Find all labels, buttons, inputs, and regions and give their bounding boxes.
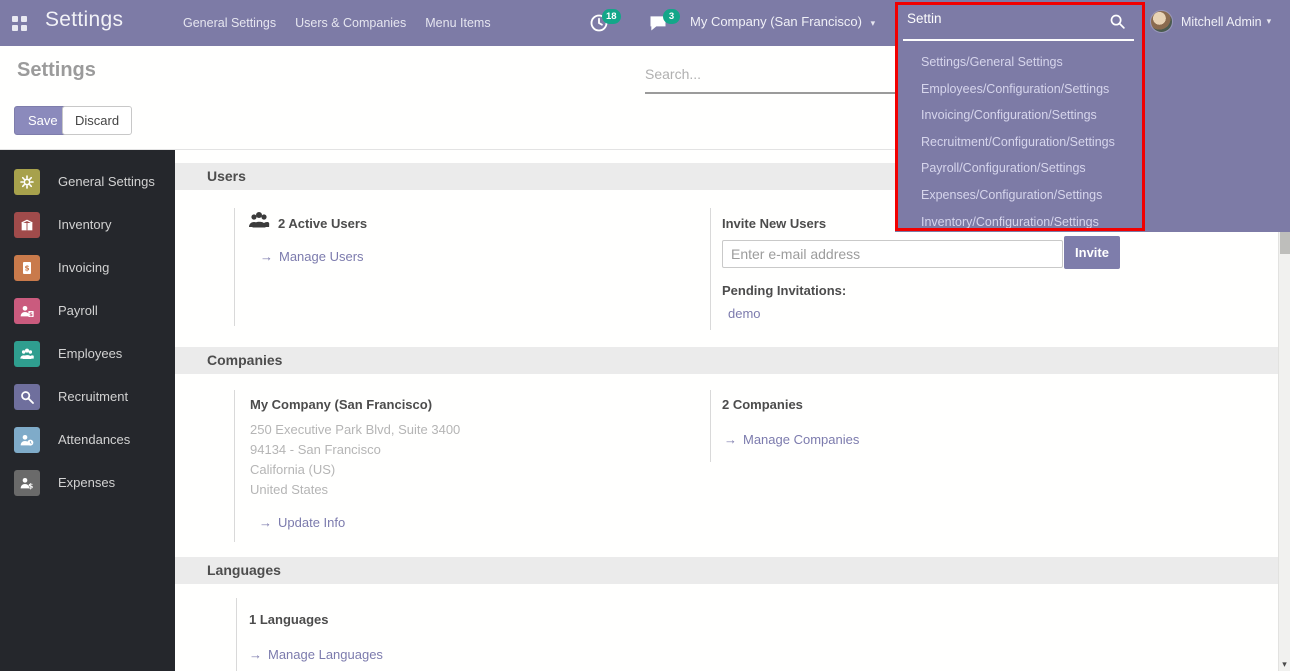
pending-invitations-label: Pending Invitations: bbox=[722, 283, 846, 298]
arrow-right-icon: → bbox=[724, 432, 737, 447]
manage-users-label: Manage Users bbox=[279, 249, 364, 264]
page-title: Settings bbox=[17, 59, 96, 82]
menu-menu-items[interactable]: Menu Items bbox=[425, 16, 490, 30]
expense-icon: $ bbox=[14, 470, 40, 496]
search-result-item[interactable]: Employees/Configuration/Settings bbox=[895, 76, 1290, 103]
scrollbar-thumb[interactable] bbox=[1280, 232, 1290, 254]
manage-languages-link[interactable]: → Manage Languages bbox=[249, 647, 383, 662]
active-users-count: 2 Active Users bbox=[278, 216, 367, 231]
sidebar-item-label: Inventory bbox=[58, 217, 111, 232]
avatar bbox=[1150, 10, 1173, 33]
discard-button[interactable]: Discard bbox=[62, 106, 132, 135]
section-title: Companies bbox=[207, 347, 282, 374]
arrow-right-icon: → bbox=[260, 249, 273, 264]
sidebar-item-label: Invoicing bbox=[58, 260, 109, 275]
messages-button[interactable]: 3 bbox=[648, 12, 688, 34]
attendance-icon bbox=[14, 427, 40, 453]
chevron-down-icon: ▾ bbox=[1267, 16, 1272, 27]
divider bbox=[234, 208, 235, 326]
menu-general-settings[interactable]: General Settings bbox=[183, 16, 276, 30]
update-info-link[interactable]: → Update Info bbox=[259, 515, 345, 530]
manage-users-link[interactable]: → Manage Users bbox=[260, 249, 364, 264]
menu-search-box bbox=[903, 4, 1134, 41]
company-switcher[interactable]: My Company (San Francisco) ▾ bbox=[690, 14, 875, 29]
magnifier-icon bbox=[14, 384, 40, 410]
section-header-companies: Companies bbox=[175, 347, 1278, 374]
company-address-line: United States bbox=[250, 482, 328, 497]
svg-text:$: $ bbox=[29, 312, 33, 318]
menu-search-results: Settings/General Settings Employees/Conf… bbox=[895, 45, 1290, 235]
app-menu: General Settings Users & Companies Menu … bbox=[183, 0, 491, 46]
activity-count-badge: 18 bbox=[602, 9, 621, 24]
sidebar-item-label: Recruitment bbox=[58, 389, 128, 404]
sidebar-item-attendances[interactable]: Attendances bbox=[0, 418, 175, 461]
sidebar-item-recruitment[interactable]: Recruitment bbox=[0, 375, 175, 418]
user-name: Mitchell Admin bbox=[1181, 15, 1262, 29]
sidebar-item-inventory[interactable]: Inventory bbox=[0, 203, 175, 246]
gear-icon bbox=[14, 169, 40, 195]
search-result-item[interactable]: Inventory/Configuration/Settings bbox=[895, 209, 1290, 236]
sidebar-item-label: Employees bbox=[58, 346, 122, 361]
message-count-badge: 3 bbox=[663, 9, 680, 24]
arrow-right-icon: → bbox=[249, 647, 262, 662]
company-switcher-label: My Company (San Francisco) bbox=[690, 14, 862, 29]
manage-languages-label: Manage Languages bbox=[268, 647, 383, 662]
invite-new-users-label: Invite New Users bbox=[722, 216, 826, 231]
invoice-icon: $ bbox=[14, 255, 40, 281]
user-menu[interactable]: Mitchell Admin ▾ bbox=[1150, 10, 1271, 33]
company-address-line: California (US) bbox=[250, 462, 335, 477]
section-title: Users bbox=[207, 163, 246, 190]
search-result-item[interactable]: Settings/General Settings bbox=[895, 49, 1290, 76]
section-header-languages: Languages bbox=[175, 557, 1278, 584]
company-address-line: 250 Executive Park Blvd, Suite 3400 bbox=[250, 422, 460, 437]
divider bbox=[710, 390, 711, 462]
search-result-item[interactable]: Expenses/Configuration/Settings bbox=[895, 182, 1290, 209]
languages-count: 1 Languages bbox=[249, 612, 328, 627]
activities-button[interactable]: 18 bbox=[589, 12, 629, 34]
sidebar-item-label: General Settings bbox=[58, 174, 155, 189]
search-result-item[interactable]: Payroll/Configuration/Settings bbox=[895, 155, 1290, 182]
divider bbox=[710, 208, 711, 330]
top-navbar: Settings General Settings Users & Compan… bbox=[0, 0, 1290, 46]
menu-search-dropdown: Settings/General Settings Employees/Conf… bbox=[895, 45, 1290, 232]
sidebar-item-label: Expenses bbox=[58, 475, 115, 490]
pending-user-link[interactable]: demo bbox=[728, 306, 761, 321]
arrow-right-icon: → bbox=[259, 515, 272, 530]
company-name: My Company (San Francisco) bbox=[250, 397, 432, 412]
divider bbox=[234, 390, 235, 542]
email-field[interactable] bbox=[722, 240, 1063, 268]
payroll-icon: $ bbox=[14, 298, 40, 324]
settings-app-window: Settings General Settings Users & Compan… bbox=[0, 0, 1290, 671]
apps-menu-icon[interactable] bbox=[12, 16, 27, 31]
companies-count: 2 Companies bbox=[722, 397, 803, 412]
chevron-down-icon: ▾ bbox=[871, 18, 876, 28]
search-result-item[interactable]: Invoicing/Configuration/Settings bbox=[895, 102, 1290, 129]
scroll-down-arrow[interactable]: ▾ bbox=[1279, 659, 1290, 670]
sidebar-item-invoicing[interactable]: $ Invoicing bbox=[0, 246, 175, 289]
divider bbox=[236, 598, 237, 671]
users-icon bbox=[247, 208, 271, 237]
box-icon bbox=[14, 212, 40, 238]
menu-users-companies[interactable]: Users & Companies bbox=[295, 16, 406, 30]
settings-sidebar: General Settings Inventory $ Invoicing $… bbox=[0, 150, 175, 671]
update-info-label: Update Info bbox=[278, 515, 345, 530]
sidebar-item-payroll[interactable]: $ Payroll bbox=[0, 289, 175, 332]
manage-companies-link[interactable]: → Manage Companies bbox=[724, 432, 859, 447]
sidebar-item-employees[interactable]: Employees bbox=[0, 332, 175, 375]
invite-button[interactable]: Invite bbox=[1064, 236, 1120, 269]
svg-text:$: $ bbox=[28, 481, 33, 490]
sidebar-item-general-settings[interactable]: General Settings bbox=[0, 160, 175, 203]
menu-search-input[interactable] bbox=[907, 11, 1097, 26]
sidebar-item-label: Payroll bbox=[58, 303, 98, 318]
company-address-line: 94134 - San Francisco bbox=[250, 442, 381, 457]
people-icon bbox=[14, 341, 40, 367]
manage-companies-label: Manage Companies bbox=[743, 432, 859, 447]
search-result-item[interactable]: Recruitment/Configuration/Settings bbox=[895, 129, 1290, 156]
sidebar-item-label: Attendances bbox=[58, 432, 130, 447]
svg-text:$: $ bbox=[24, 263, 29, 272]
pending-user-label: demo bbox=[728, 306, 761, 321]
section-title: Languages bbox=[207, 557, 281, 584]
sidebar-item-expenses[interactable]: $ Expenses bbox=[0, 461, 175, 504]
app-title: Settings bbox=[45, 8, 123, 32]
